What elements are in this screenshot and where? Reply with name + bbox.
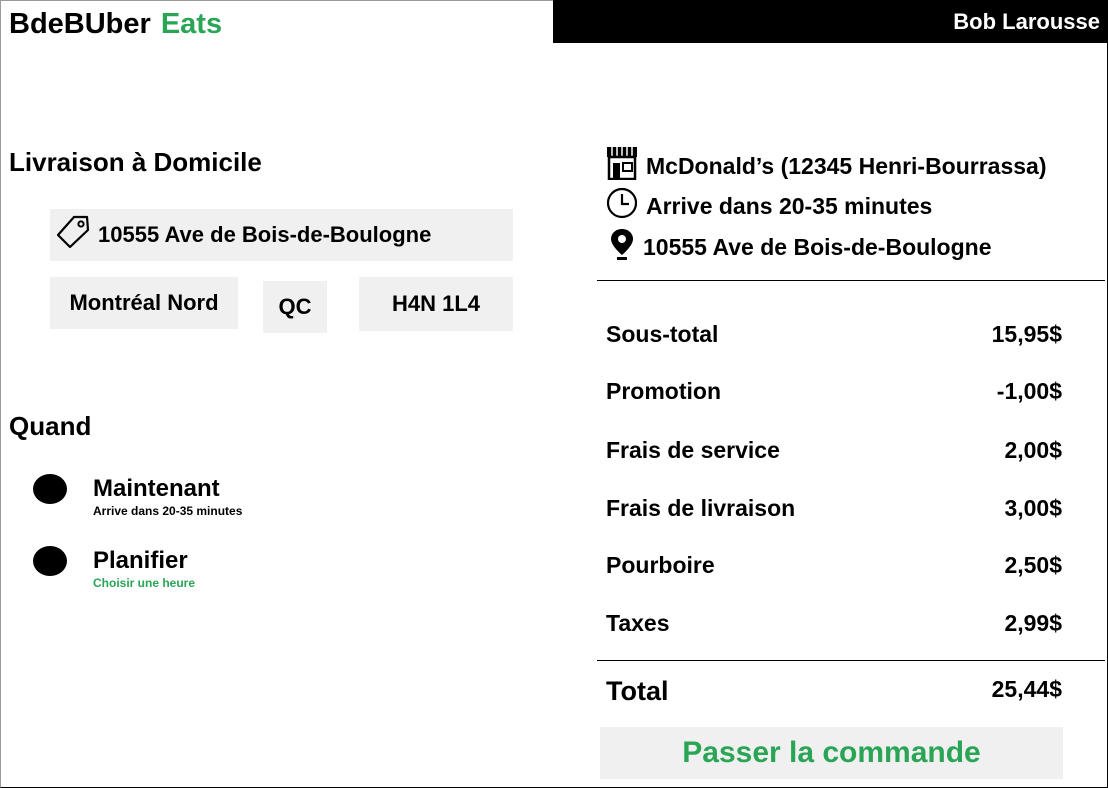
place-order-button[interactable]: Passer la commande <box>600 727 1063 779</box>
summary-value-service-fee: 2,00$ <box>1004 437 1062 463</box>
eta-text: Arrive dans 20-35 minutes <box>646 192 933 219</box>
summary-label-subtotal: Sous-total <box>606 321 719 347</box>
summary-value-tip: 2,50$ <box>1004 552 1062 578</box>
summary-label-taxes: Taxes <box>606 610 670 636</box>
delivery-address-row: 10555 Ave de Bois-de-Boulogne <box>609 228 992 266</box>
summary-value-promotion: -1,00$ <box>996 378 1062 404</box>
restaurant-name: McDonald’s (12345 Henri-Bourrassa) <box>646 152 1047 179</box>
when-title: Quand <box>9 411 92 441</box>
summary-value-subtotal: 15,95$ <box>991 321 1062 347</box>
option-now-sublabel: Arrive dans 20-35 minutes <box>93 504 243 518</box>
divider-bottom <box>597 660 1105 661</box>
total-value: 25,44$ <box>991 676 1062 702</box>
top-bar: Bob Larousse <box>553 0 1108 43</box>
summary-label-promotion: Promotion <box>606 378 721 404</box>
delivery-title: Livraison à Domicile <box>9 147 262 177</box>
option-now-label[interactable]: Maintenant <box>93 475 220 503</box>
location-pin-icon <box>609 228 643 266</box>
postal-code-field[interactable]: H4N 1L4 <box>359 277 513 331</box>
summary-value-delivery-fee: 3,00$ <box>1004 495 1062 521</box>
clock-icon <box>606 187 646 225</box>
restaurant-row: McDonald’s (12345 Henri-Bourrassa) <box>606 146 1047 186</box>
summary-label-service-fee: Frais de service <box>606 437 780 463</box>
option-schedule-label[interactable]: Planifier <box>93 547 188 575</box>
total-label: Total <box>606 676 669 706</box>
divider-top <box>597 280 1105 281</box>
summary-label-delivery-fee: Frais de livraison <box>606 495 796 521</box>
delivery-address-text: 10555 Ave de Bois-de-Boulogne <box>643 233 992 260</box>
tag-icon <box>54 213 98 257</box>
brand-name: BdeBUber <box>9 8 151 40</box>
address-field[interactable]: 10555 Ave de Bois-de-Boulogne <box>50 209 513 261</box>
province-field[interactable]: QC <box>263 281 327 333</box>
option-schedule-sublabel[interactable]: Choisir une heure <box>93 576 195 590</box>
store-icon <box>606 146 646 186</box>
app-frame <box>0 0 1108 788</box>
brand-suffix: Eats <box>160 8 223 40</box>
user-name[interactable]: Bob Larousse <box>953 9 1100 35</box>
summary-label-tip: Pourboire <box>606 552 715 578</box>
city-field[interactable]: Montréal Nord <box>50 277 238 329</box>
address-value: 10555 Ave de Bois-de-Boulogne <box>98 222 432 247</box>
radio-now[interactable] <box>33 474 67 504</box>
radio-schedule[interactable] <box>33 546 67 576</box>
eta-row: Arrive dans 20-35 minutes <box>606 187 932 225</box>
summary-value-taxes: 2,99$ <box>1004 610 1062 636</box>
brand-logo[interactable]: BdeBUber Eats <box>9 8 222 41</box>
